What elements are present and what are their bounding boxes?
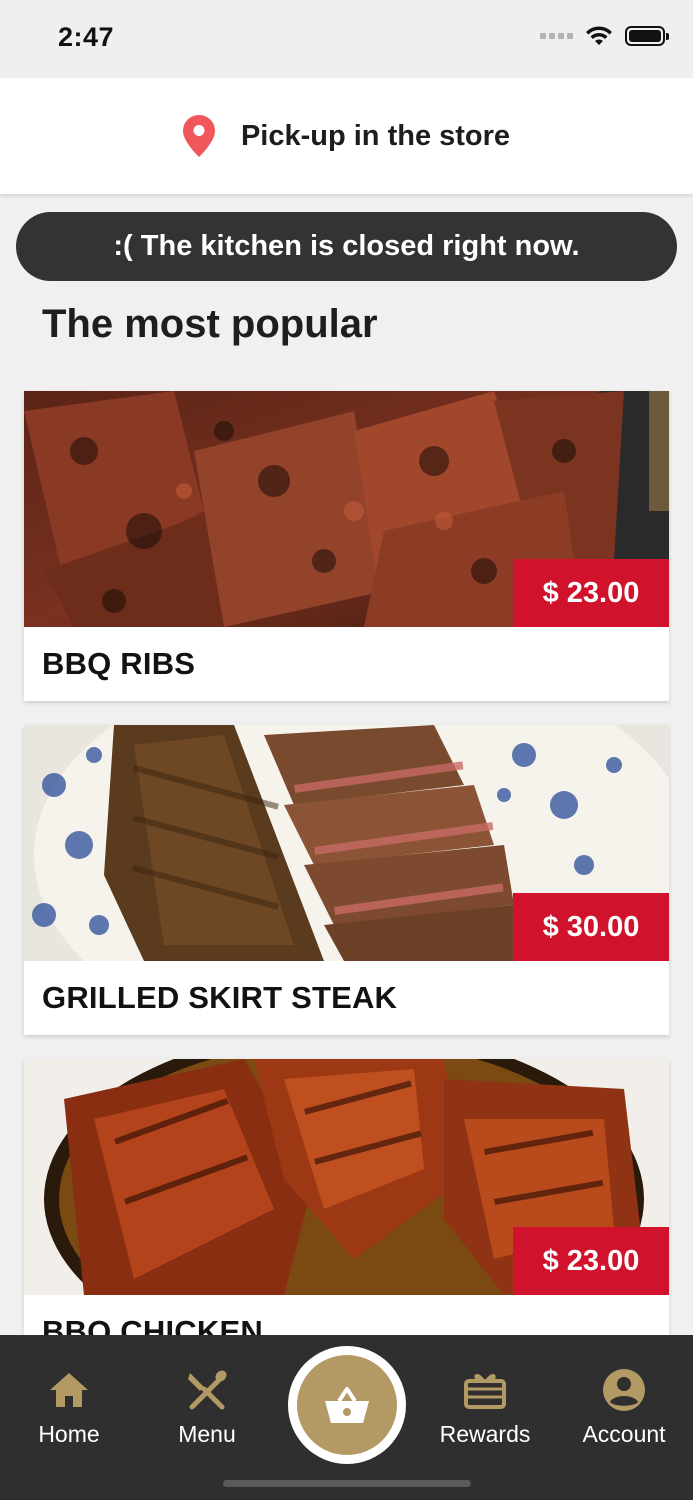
location-pin-icon (182, 115, 215, 157)
nav-item-menu[interactable]: Menu (147, 1367, 267, 1448)
product-image: $ 30.00 (24, 725, 669, 961)
price-tag: $ 30.00 (513, 893, 669, 961)
product-card-bbq-chicken[interactable]: $ 23.00 BBQ CHICKEN (24, 1059, 669, 1369)
bottom-nav: Home Menu Rewards Account (0, 1335, 693, 1500)
app-screen: 2:47 Pick-up in the store :( The kitchen… (0, 0, 693, 1500)
product-image: $ 23.00 (24, 391, 669, 627)
nav-item-account[interactable]: Account (564, 1367, 684, 1448)
gift-icon (464, 1374, 506, 1409)
battery-icon (625, 26, 669, 46)
price-tag: $ 23.00 (513, 1227, 669, 1295)
nav-label-home: Home (38, 1421, 100, 1447)
home-indicator (223, 1480, 471, 1487)
basket-icon (325, 1387, 369, 1423)
nav-label-account: Account (582, 1421, 666, 1447)
pickup-label: Pick-up in the store (240, 119, 511, 152)
kitchen-closed-banner: :( The kitchen is closed right now. (16, 212, 677, 281)
nav-label-rewards: Rewards (439, 1421, 531, 1447)
product-image: $ 23.00 (24, 1059, 669, 1295)
utensils-icon (188, 1370, 227, 1410)
product-name: GRILLED SKIRT STEAK (42, 980, 398, 1015)
nav-item-rewards[interactable]: Rewards (425, 1367, 545, 1448)
signal-icon (540, 33, 573, 39)
section-title: The most popular (42, 302, 378, 346)
product-card-grilled-skirt-steak[interactable]: $ 30.00 GRILLED SKIRT STEAK (24, 725, 669, 1035)
status-icons (540, 26, 669, 46)
price-tag: $ 23.00 (513, 559, 669, 627)
nav-label-menu: Menu (178, 1421, 236, 1447)
status-bar: 2:47 (0, 0, 693, 78)
basket-button[interactable] (288, 1346, 406, 1464)
wifi-icon (586, 26, 612, 45)
status-time: 2:47 (58, 22, 115, 52)
product-card-bbq-ribs[interactable]: $ 23.00 BBQ RIBS (24, 391, 669, 701)
nav-item-home[interactable]: Home (9, 1367, 129, 1448)
account-icon (603, 1369, 645, 1411)
home-icon (50, 1373, 88, 1407)
pickup-mode-selector[interactable]: Pick-up in the store (0, 78, 693, 194)
product-name: BBQ RIBS (42, 646, 196, 681)
